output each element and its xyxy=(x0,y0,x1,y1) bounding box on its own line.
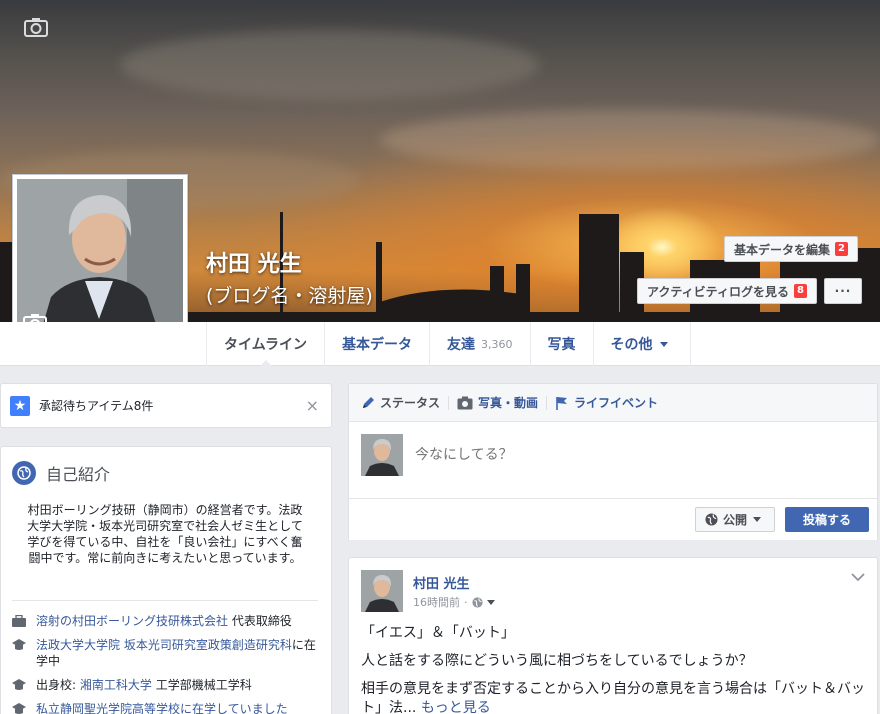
edit-basic-info-button[interactable]: 基本データを編集 2 xyxy=(724,236,858,262)
flag-icon xyxy=(556,396,568,410)
tab-label: 基本データ xyxy=(342,337,413,353)
composer-tabs: ステータス 写真・動画 ライフイベント xyxy=(349,384,877,422)
post-timestamp[interactable]: 16時間前 xyxy=(413,594,460,610)
meta-dot: · xyxy=(464,595,468,609)
notification-badge: 2 xyxy=(835,242,848,256)
tab-label: その他 xyxy=(610,337,653,353)
intro-title: 自己紹介 xyxy=(46,465,111,484)
audience-label: 公開 xyxy=(723,513,748,527)
tab-photos[interactable]: 写真 xyxy=(531,322,594,366)
avatar[interactable] xyxy=(361,570,403,612)
camera-icon[interactable] xyxy=(24,17,48,37)
post-button[interactable]: 投稿する xyxy=(785,507,869,532)
chevron-down-icon[interactable] xyxy=(851,572,865,582)
tab-about[interactable]: 基本データ xyxy=(325,322,431,366)
activity-log-label: アクティビティログを見る xyxy=(647,284,789,299)
pending-items-label: 承認待ちアイテム8件 xyxy=(39,399,154,413)
tab-label: タイムライン xyxy=(224,337,308,353)
intro-card: 自己紹介 村田ボーリング技研（静岡市）の経営者です。法政大学大学院・坂本光司研究… xyxy=(0,446,332,714)
more-options-button[interactable]: ··· xyxy=(824,278,862,304)
post-author[interactable]: 村田 光生 xyxy=(413,573,470,592)
caret-down-icon xyxy=(659,341,668,351)
notification-badge: 8 xyxy=(793,284,807,298)
globe-icon xyxy=(12,461,36,485)
tab-label: ステータス xyxy=(380,396,441,410)
post-paragraph: 相手の意見をまず否定することから入り自分の意見を言う場合は「バット＆バット」法.… xyxy=(361,680,866,714)
school-link[interactable]: 湘南工科大学 xyxy=(80,678,152,692)
list-item: 出身校: 湘南工科大学 工学部機械工学科 xyxy=(12,677,322,693)
tab-label: 友達 xyxy=(447,337,476,353)
composer-footer: 公開 投稿する xyxy=(349,498,877,540)
post-body: 「イエス」＆「バット」 人と話をする際にどういう風に相づちをしているでしょうか？… xyxy=(361,624,866,714)
status-input[interactable] xyxy=(415,446,815,462)
caret-down-icon xyxy=(753,517,762,526)
see-more-link[interactable]: もっと見る xyxy=(421,700,491,714)
divider xyxy=(12,600,318,601)
profile-nav-bar: タイムライン 基本データ 友達 3,360 写真 その他 xyxy=(0,322,880,367)
avatar[interactable] xyxy=(361,434,403,476)
more-dots-icon: ··· xyxy=(834,284,852,298)
tab-photo-video[interactable]: 写真・動画 xyxy=(457,394,538,411)
globe-icon xyxy=(705,513,718,526)
friends-count: 3,360 xyxy=(481,337,513,351)
list-item: 溶射の村田ボーリング技研株式会社 代表取締役 xyxy=(12,613,322,629)
edit-basic-info-label: 基本データを編集 xyxy=(734,242,831,257)
profile-name[interactable]: 村田 光生 xyxy=(206,246,302,278)
graduation-cap-icon xyxy=(12,703,26,714)
camera-icon xyxy=(457,396,473,409)
post-composer: ステータス 写真・動画 ライフイベント 公開 投稿する xyxy=(348,383,878,540)
activity-log-button[interactable]: アクティビティログを見る 8 xyxy=(637,278,817,304)
list-item: 私立静岡聖光学院高等学校に在学していました xyxy=(12,701,322,714)
timeline-post: 村田 光生 16時間前 · 「イエス」＆「バット」 人と話をする際にどういう風に… xyxy=(348,557,878,714)
cloud xyxy=(380,110,880,170)
tab-label: 写真 xyxy=(547,337,576,353)
info-prefix: 出身校: xyxy=(36,678,80,692)
pending-items-card[interactable]: ★ 承認待ちアイテム8件 × xyxy=(0,383,332,428)
bio-text: 村田ボーリング技研（静岡市）の経営者です。法政大学大学院・坂本光司研究室で社会人… xyxy=(27,503,303,565)
tab-status[interactable]: ステータス xyxy=(361,394,440,411)
intro-info-list: 溶射の村田ボーリング技研株式会社 代表取締役 法政大学大学院 坂本光司研究室政策… xyxy=(12,613,322,714)
info-text: 工学部機械工学科 xyxy=(151,678,252,692)
star-icon: ★ xyxy=(10,395,30,416)
list-item: 法政大学大学院 坂本光司研究室政策創造研究科に在学中 xyxy=(12,637,322,669)
separator xyxy=(448,395,450,410)
globe-icon[interactable] xyxy=(471,596,483,608)
tab-friends[interactable]: 友達 3,360 xyxy=(430,322,531,366)
intro-header: 自己紹介 xyxy=(12,461,110,485)
tab-life-event[interactable]: ライフイベント xyxy=(555,394,658,411)
tab-label: ライフイベント xyxy=(574,396,659,410)
tab-timeline[interactable]: タイムライン xyxy=(207,322,326,367)
pencil-icon xyxy=(363,396,374,408)
school-link[interactable]: 法政大学大学院 坂本光司研究室政策創造研究科 xyxy=(36,638,292,652)
separator xyxy=(546,395,548,410)
graduation-cap-icon xyxy=(12,639,26,650)
profile-tabs: タイムライン 基本データ 友達 3,360 写真 その他 xyxy=(206,322,691,367)
audience-selector[interactable]: 公開 xyxy=(695,507,775,532)
briefcase-icon xyxy=(12,615,26,627)
caret-down-icon[interactable] xyxy=(486,599,495,609)
info-text: 代表取締役 xyxy=(228,614,292,628)
profile-subname: (ブログ名・溶射屋) xyxy=(206,285,373,307)
post-paragraph: 「イエス」＆「バット」 xyxy=(361,625,515,641)
tab-label: 写真・動画 xyxy=(478,396,539,410)
tab-more[interactable]: その他 xyxy=(594,322,691,366)
workplace-link[interactable]: 溶射の村田ボーリング技研株式会社 xyxy=(36,614,228,628)
close-icon[interactable]: × xyxy=(306,396,319,415)
post-meta: 16時間前 · xyxy=(413,594,495,610)
school-link[interactable]: 私立静岡聖光学院高等学校に在学していました xyxy=(36,702,288,714)
cloud xyxy=(120,30,540,100)
graduation-cap-icon xyxy=(12,679,26,690)
post-paragraph: 人と話をする際にどういう風に相づちをしているでしょうか？ xyxy=(361,653,753,669)
